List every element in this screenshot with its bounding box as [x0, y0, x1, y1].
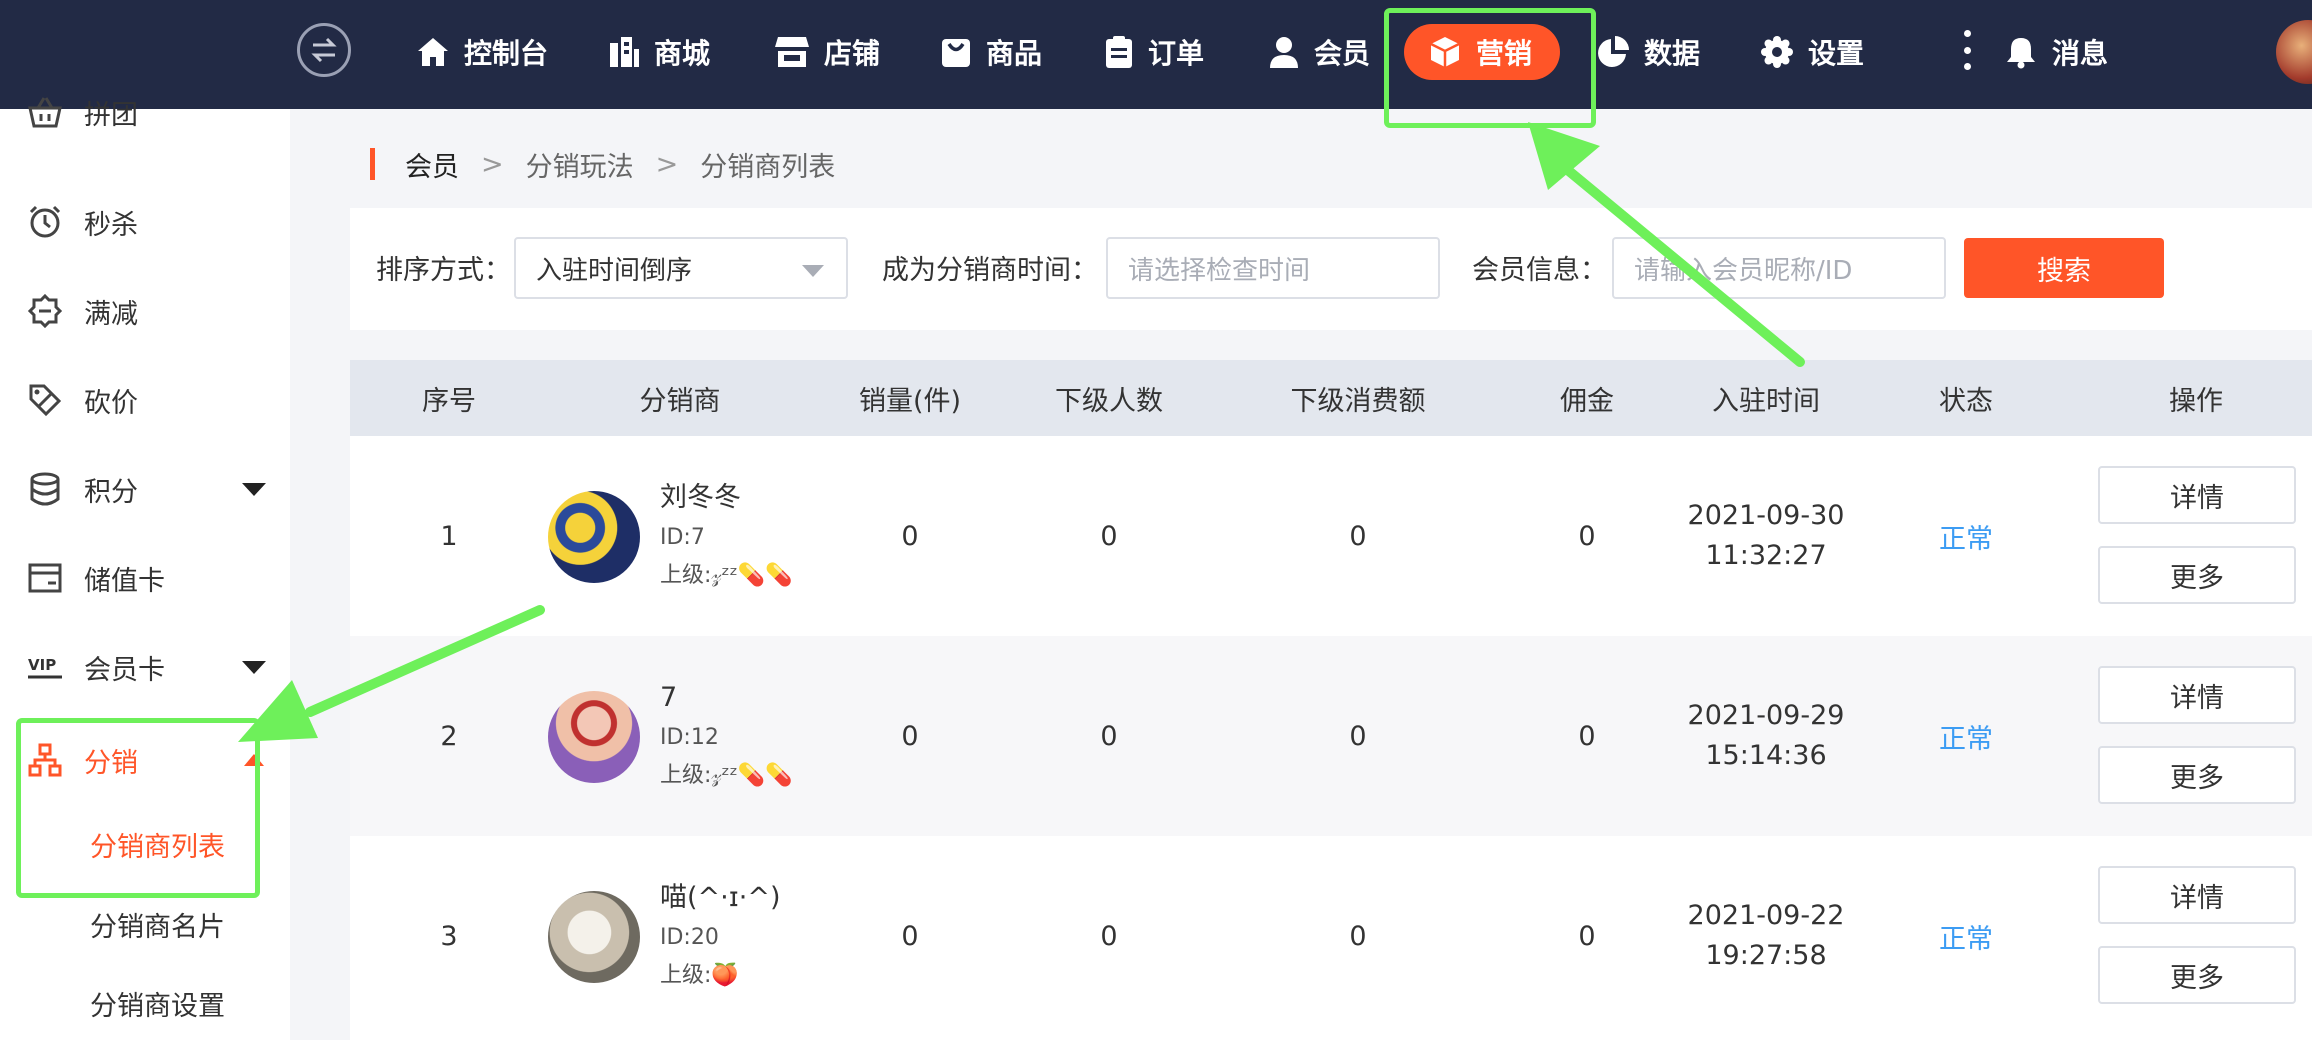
- annotation-arrow-top: [1553, 157, 1805, 367]
- annotation-arrow-left: [305, 605, 545, 717]
- annotation-arrow-top-head: [1528, 122, 1600, 190]
- annotation-arrows: [238, 122, 1805, 742]
